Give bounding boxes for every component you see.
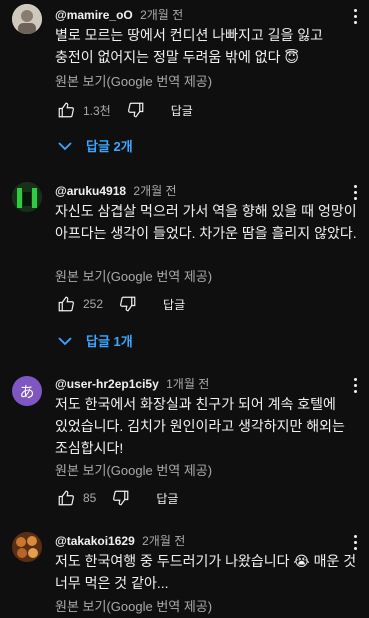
like-count: 252	[83, 297, 104, 311]
avatar-letter: あ	[19, 383, 35, 401]
dislike-icon[interactable]	[110, 487, 132, 509]
comment-text: 저도 한국여행 중 두드러기가 나왔습니다 😭 매운 것 너무 먹은 것 같아.…	[55, 553, 357, 591]
comment-time[interactable]: 2개월 전	[133, 184, 176, 198]
comment-actions: 1.3천 답글	[55, 98, 193, 122]
chevron-down-icon	[58, 336, 72, 345]
more-options-icon[interactable]	[345, 6, 365, 26]
like-icon[interactable]	[55, 293, 77, 315]
user-avatar-photo-icon	[12, 4, 42, 34]
avatar[interactable]	[12, 182, 42, 212]
see-original-link[interactable]: 원본 보기(Google 번역 제공)	[55, 71, 212, 90]
comment-header: @takakoi1629 2개월 전	[55, 532, 185, 549]
comment-author[interactable]: @mamire_oO	[55, 8, 133, 22]
comment-author[interactable]: @takakoi1629	[55, 534, 135, 548]
like-count: 1.3천	[83, 103, 111, 118]
dislike-icon[interactable]	[117, 293, 139, 315]
more-options-icon[interactable]	[345, 375, 365, 395]
see-original-link[interactable]: 원본 보기(Google 번역 제공)	[55, 460, 212, 479]
comment-actions: 252 답글	[55, 292, 185, 316]
view-replies-button[interactable]: 답글 2개	[58, 136, 133, 155]
see-original-link[interactable]: 원본 보기(Google 번역 제공)	[55, 596, 212, 615]
comment-header: @mamire_oO 2개월 전	[55, 6, 183, 23]
comment-author[interactable]: @aruku4918	[55, 184, 126, 198]
comment-text: 자신도 삼겹살 먹으러 가서 역을 향해 있을 때 엉망이 아프다는 생각이 들…	[55, 203, 357, 241]
comment-time[interactable]: 2개월 전	[140, 8, 183, 22]
reply-button[interactable]: 답글	[156, 490, 178, 507]
more-options-icon[interactable]	[345, 532, 365, 552]
comment-author[interactable]: @user-hr2ep1ci5y	[55, 377, 159, 391]
view-replies-button[interactable]: 답글 1개	[58, 331, 133, 350]
chevron-down-icon	[58, 141, 72, 150]
comment-time[interactable]: 1개월 전	[166, 377, 209, 391]
comment-header: @user-hr2ep1ci5y 1개월 전	[55, 375, 209, 392]
comment-actions: 85 답글	[55, 486, 178, 510]
like-icon[interactable]	[55, 487, 77, 509]
comment-time[interactable]: 2개월 전	[142, 534, 185, 548]
dislike-icon[interactable]	[125, 99, 147, 121]
replies-count-label: 답글 1개	[86, 334, 133, 349]
more-options-icon[interactable]	[345, 182, 365, 202]
avatar[interactable]: あ	[12, 376, 42, 406]
user-avatar-photo-icon	[12, 532, 42, 562]
reply-button[interactable]: 답글	[171, 102, 193, 119]
comment-text: 저도 한국에서 화장실과 친구가 되어 계속 호텔에 있었습니다. 김치가 원인…	[55, 396, 345, 456]
comment-header: @aruku4918 2개월 전	[55, 182, 177, 199]
comment-text: 별로 모르는 땅에서 컨디션 나빠지고 길을 잃고 충전이 없어지는 정말 두려…	[55, 27, 324, 65]
replies-count-label: 답글 2개	[86, 139, 133, 154]
reply-button[interactable]: 답글	[163, 296, 185, 313]
user-avatar-photo-icon	[12, 182, 42, 212]
avatar[interactable]	[12, 532, 42, 562]
like-icon[interactable]	[55, 99, 77, 121]
see-original-link[interactable]: 원본 보기(Google 번역 제공)	[55, 266, 212, 285]
avatar[interactable]	[12, 4, 42, 34]
like-count: 85	[83, 491, 97, 505]
